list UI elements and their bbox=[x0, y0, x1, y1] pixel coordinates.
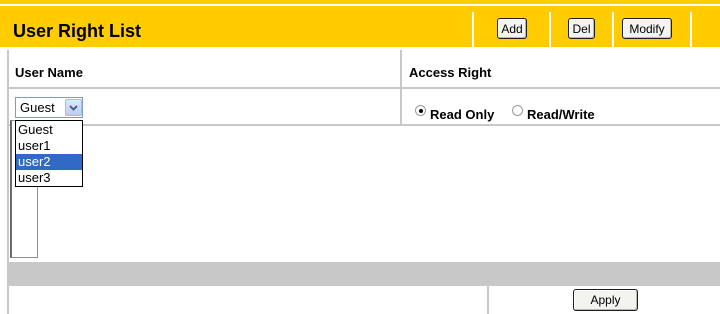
chevron-down-icon[interactable] bbox=[65, 99, 82, 116]
dropdown-option-guest[interactable]: Guest bbox=[16, 122, 82, 138]
footer-cell-divider bbox=[487, 286, 489, 314]
read-write-label: Read/Write bbox=[527, 107, 595, 122]
row-divider bbox=[8, 87, 720, 89]
apply-button[interactable]: Apply bbox=[573, 289, 638, 311]
row-divider bbox=[8, 124, 720, 126]
header-divider bbox=[690, 12, 692, 53]
modify-button[interactable]: Modify bbox=[622, 18, 672, 39]
dropdown-option-user2[interactable]: user2 bbox=[16, 154, 82, 170]
dropdown-option-user3[interactable]: user3 bbox=[16, 170, 82, 186]
access-right-header: Access Right bbox=[409, 65, 492, 80]
header-divider bbox=[549, 12, 551, 53]
header-divider bbox=[472, 12, 474, 53]
user-name-select[interactable]: Guest bbox=[15, 97, 83, 118]
user-name-dropdown: Guest user1 user2 user3 bbox=[15, 120, 83, 187]
page-title: User Right List bbox=[13, 21, 142, 41]
radio-selected-dot-icon bbox=[418, 108, 423, 113]
header-bar: User Right List Add Del Modify bbox=[0, 4, 720, 53]
read-only-radio[interactable] bbox=[415, 105, 426, 116]
user-name-select-value: Guest bbox=[20, 100, 55, 115]
user-name-header: User Name bbox=[15, 65, 83, 80]
header-divider bbox=[612, 12, 614, 53]
read-write-radio[interactable] bbox=[512, 105, 523, 116]
del-button[interactable]: Del bbox=[568, 18, 595, 39]
footer-separator-bar bbox=[8, 262, 720, 286]
read-only-label: Read Only bbox=[430, 107, 495, 122]
add-button[interactable]: Add bbox=[497, 18, 527, 39]
dropdown-option-user1[interactable]: user1 bbox=[16, 138, 82, 154]
